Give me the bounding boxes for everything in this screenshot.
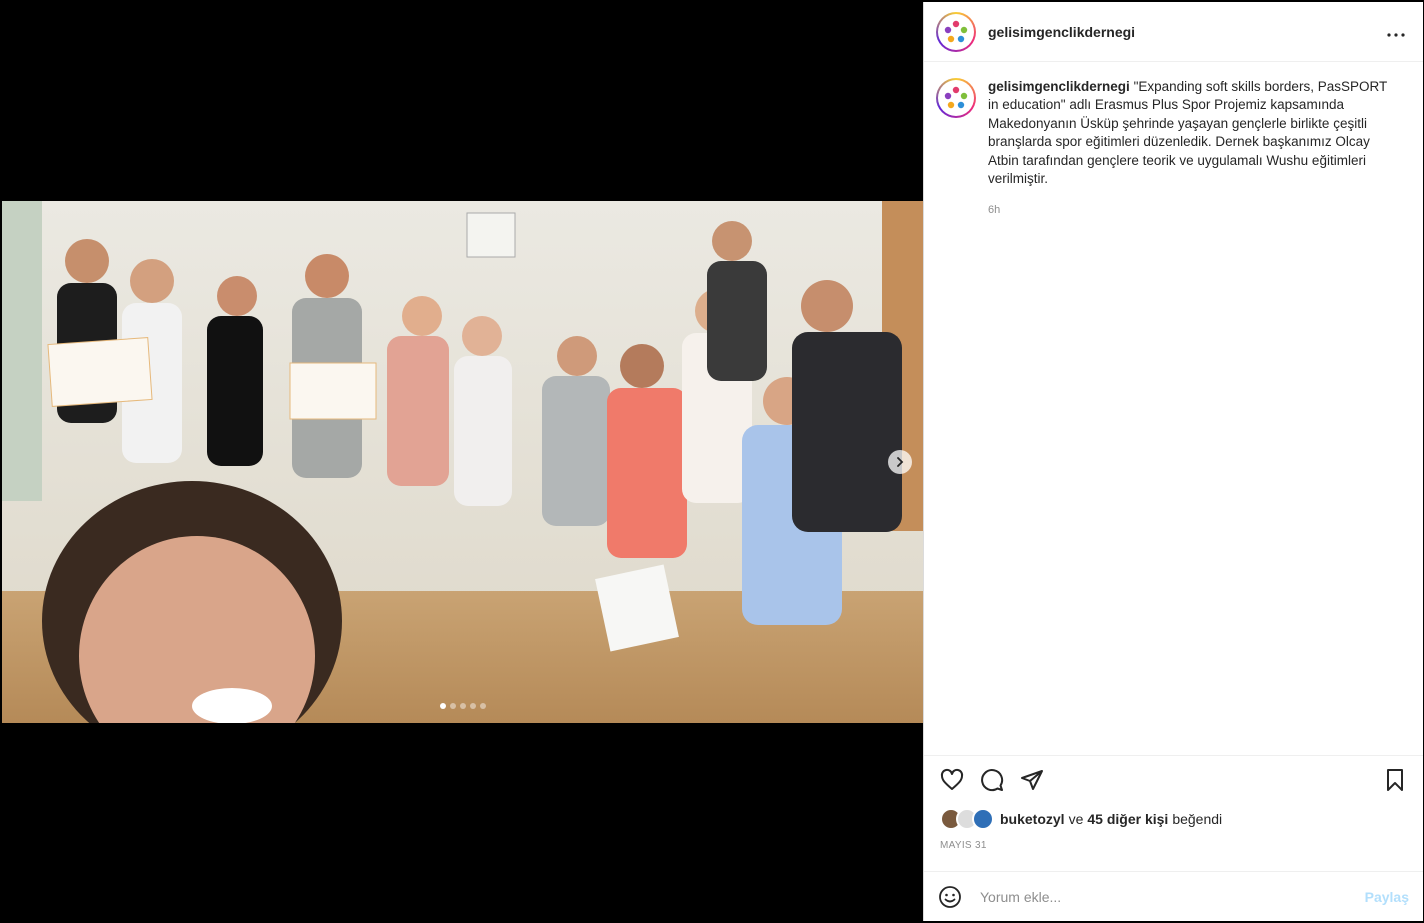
carousel-dot — [470, 703, 476, 709]
heart-icon[interactable] — [940, 768, 964, 792]
actions-section: buketozyl ve 45 diğer kişi beğendi MAYIS… — [924, 755, 1423, 851]
post-date[interactable]: MAYIS 31 — [924, 830, 1423, 851]
carousel-dot — [450, 703, 456, 709]
likes-summary: buketozyl ve 45 diğer kişi beğendi — [924, 798, 1423, 830]
post-side-panel: gelisimgenclikdernegi gelisimgenclikdern… — [923, 2, 1423, 921]
post-header: gelisimgenclikdernegi — [924, 2, 1423, 62]
caption-section: gelisimgenclikdernegi "Expanding soft sk… — [924, 62, 1423, 232]
media-pane — [0, 0, 923, 923]
more-icon[interactable] — [1381, 17, 1411, 46]
comment-input[interactable] — [978, 887, 1365, 906]
share-icon[interactable] — [1020, 768, 1044, 792]
likes-others-link[interactable]: 45 diğer kişi — [1087, 811, 1168, 827]
avatar[interactable] — [936, 11, 976, 52]
liker-avatars[interactable] — [940, 808, 994, 830]
logo-icon — [944, 86, 968, 109]
post-photo[interactable] — [2, 201, 923, 723]
header-username[interactable]: gelisimgenclikdernegi — [988, 24, 1135, 40]
comment-icon[interactable] — [980, 768, 1004, 792]
avatar — [972, 808, 994, 830]
chevron-right-icon — [895, 457, 905, 467]
logo-icon — [944, 20, 968, 42]
caption-text: gelisimgenclikdernegi "Expanding soft sk… — [988, 78, 1388, 188]
caption-body: "Expanding soft skills borders, PasSPORT… — [988, 79, 1387, 187]
caption-time[interactable]: 6h — [988, 204, 1388, 216]
post-comment-button[interactable]: Paylaş — [1365, 889, 1409, 905]
liker-username[interactable]: buketozyl — [1000, 811, 1065, 827]
likes-suffix: beğendi — [1172, 811, 1223, 827]
emoji-icon[interactable] — [938, 885, 962, 909]
likes-connector: ve — [1068, 811, 1084, 827]
comment-bar: Paylaş — [924, 871, 1423, 921]
caption-avatar[interactable] — [936, 78, 976, 118]
action-bar — [924, 756, 1423, 798]
carousel-dot — [480, 703, 486, 709]
carousel-dot — [440, 703, 446, 709]
bookmark-icon[interactable] — [1383, 768, 1407, 792]
next-photo-button[interactable] — [888, 450, 912, 474]
carousel-indicator — [440, 703, 486, 709]
caption-username[interactable]: gelisimgenclikdernegi — [988, 79, 1130, 94]
carousel-dot — [460, 703, 466, 709]
